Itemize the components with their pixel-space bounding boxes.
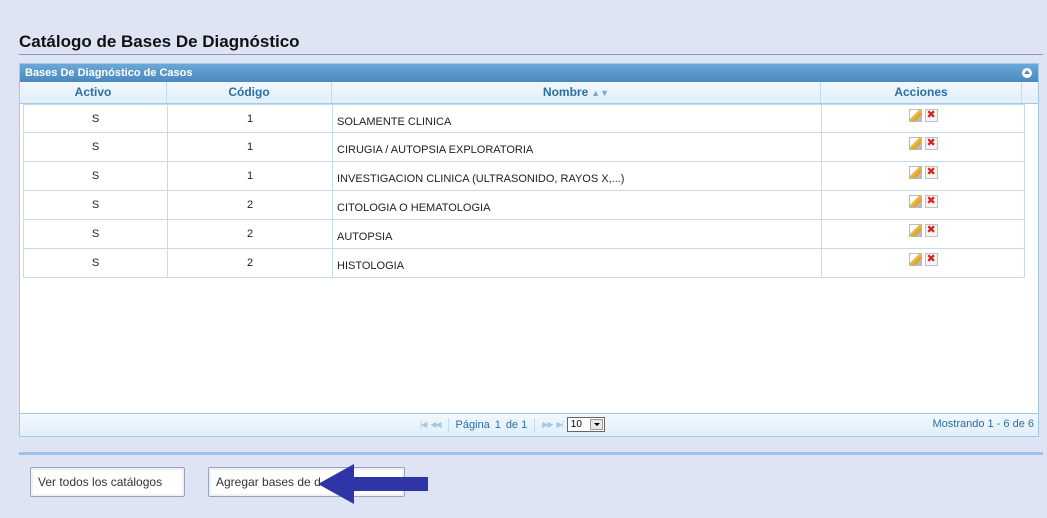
cell-nombre: SOLAMENTE CLINICA bbox=[333, 105, 822, 132]
cell-codigo: 2 bbox=[168, 220, 333, 248]
rows-per-page-value: 10 bbox=[570, 419, 582, 430]
edit-icon[interactable] bbox=[908, 166, 922, 179]
cell-acciones bbox=[822, 191, 1024, 219]
delete-icon[interactable] bbox=[924, 194, 938, 208]
rows-per-page-select[interactable]: 10 bbox=[566, 417, 605, 432]
cell-activo: S bbox=[24, 191, 168, 219]
cell-acciones bbox=[822, 162, 1024, 190]
table-row[interactable]: S 2 CITOLOGIA O HEMATOLOGIA bbox=[24, 191, 1024, 220]
pager-separator bbox=[447, 417, 449, 432]
page-number-input[interactable]: 1 bbox=[494, 419, 502, 431]
edit-icon[interactable] bbox=[908, 224, 922, 237]
table-row[interactable]: S 1 INVESTIGACION CLINICA (ULTRASONIDO, … bbox=[24, 162, 1024, 191]
next-page-icon[interactable]: ▶▶ bbox=[542, 420, 553, 429]
arrow-left-icon bbox=[318, 464, 428, 504]
grid-header: Activo Código Nombre ▲▼ Acciones bbox=[20, 82, 1038, 104]
column-header-activo[interactable]: Activo bbox=[20, 82, 167, 103]
cell-activo: S bbox=[24, 105, 168, 132]
view-all-catalogs-button[interactable]: Ver todos los catálogos bbox=[30, 467, 185, 497]
pager-controls: |◀ ◀◀ Página 1 de 1 ▶▶ ▶| 10 bbox=[420, 417, 605, 432]
column-header-codigo[interactable]: Código bbox=[167, 82, 332, 103]
delete-icon[interactable] bbox=[924, 252, 938, 266]
grid-caption: Bases De Diagnóstico de Casos bbox=[20, 64, 1038, 82]
delete-icon[interactable] bbox=[924, 165, 938, 179]
delete-icon[interactable] bbox=[924, 108, 938, 122]
column-header-nombre-label: Nombre bbox=[542, 85, 589, 99]
record-count: Mostrando 1 - 6 de 6 bbox=[932, 418, 1034, 430]
first-page-icon[interactable]: |◀ bbox=[420, 420, 427, 429]
cell-acciones bbox=[822, 249, 1024, 277]
cell-nombre: HISTOLOGIA bbox=[333, 249, 822, 277]
pager-separator bbox=[534, 417, 536, 432]
cell-acciones bbox=[822, 133, 1024, 161]
page-count-label: de 1 bbox=[505, 418, 528, 431]
cell-acciones bbox=[822, 105, 1024, 132]
edit-icon[interactable] bbox=[908, 109, 922, 122]
cell-codigo: 1 bbox=[168, 133, 333, 161]
cell-codigo: 2 bbox=[168, 249, 333, 277]
column-header-nombre[interactable]: Nombre ▲▼ bbox=[332, 82, 821, 103]
delete-icon[interactable] bbox=[924, 223, 938, 237]
table-row[interactable]: S 1 SOLAMENTE CLINICA bbox=[24, 104, 1024, 133]
grid-body: S 1 SOLAMENTE CLINICA S 1 CIRUGIA / AUTO… bbox=[23, 104, 1025, 278]
collapse-icon[interactable] bbox=[1022, 68, 1032, 78]
cell-activo: S bbox=[24, 162, 168, 190]
column-header-acciones: Acciones bbox=[821, 82, 1022, 103]
cell-nombre: CIRUGIA / AUTOPSIA EXPLORATORIA bbox=[333, 133, 822, 161]
cell-activo: S bbox=[24, 249, 168, 277]
cell-nombre: INVESTIGACION CLINICA (ULTRASONIDO, RAYO… bbox=[333, 162, 822, 190]
cell-codigo: 1 bbox=[168, 162, 333, 190]
prev-page-icon[interactable]: ◀◀ bbox=[430, 420, 441, 429]
cell-codigo: 1 bbox=[168, 105, 333, 132]
edit-icon[interactable] bbox=[908, 253, 922, 266]
cell-acciones bbox=[822, 220, 1024, 248]
table-row[interactable]: S 1 CIRUGIA / AUTOPSIA EXPLORATORIA bbox=[24, 133, 1024, 162]
sort-icon: ▲▼ bbox=[591, 88, 610, 98]
chevron-down-icon bbox=[589, 419, 603, 430]
cell-codigo: 2 bbox=[168, 191, 333, 219]
cell-nombre: AUTOPSIA bbox=[333, 220, 822, 248]
cell-activo: S bbox=[24, 220, 168, 248]
delete-icon[interactable] bbox=[924, 136, 938, 150]
last-page-icon[interactable]: ▶| bbox=[557, 420, 564, 429]
cell-activo: S bbox=[24, 133, 168, 161]
edit-icon[interactable] bbox=[908, 137, 922, 150]
bottom-divider bbox=[19, 452, 1043, 455]
diagnosis-bases-grid: Bases De Diagnóstico de Casos Activo Cód… bbox=[19, 63, 1039, 437]
edit-icon[interactable] bbox=[908, 195, 922, 208]
grid-pager: |◀ ◀◀ Página 1 de 1 ▶▶ ▶| 10 Mostrando 1… bbox=[20, 413, 1038, 436]
grid-caption-text: Bases De Diagnóstico de Casos bbox=[25, 67, 193, 79]
table-row[interactable]: S 2 HISTOLOGIA bbox=[24, 249, 1024, 278]
page-title: Catálogo de Bases De Diagnóstico bbox=[19, 32, 1043, 55]
cell-nombre: CITOLOGIA O HEMATOLOGIA bbox=[333, 191, 822, 219]
table-row[interactable]: S 2 AUTOPSIA bbox=[24, 220, 1024, 249]
page-label: Página bbox=[455, 418, 490, 431]
